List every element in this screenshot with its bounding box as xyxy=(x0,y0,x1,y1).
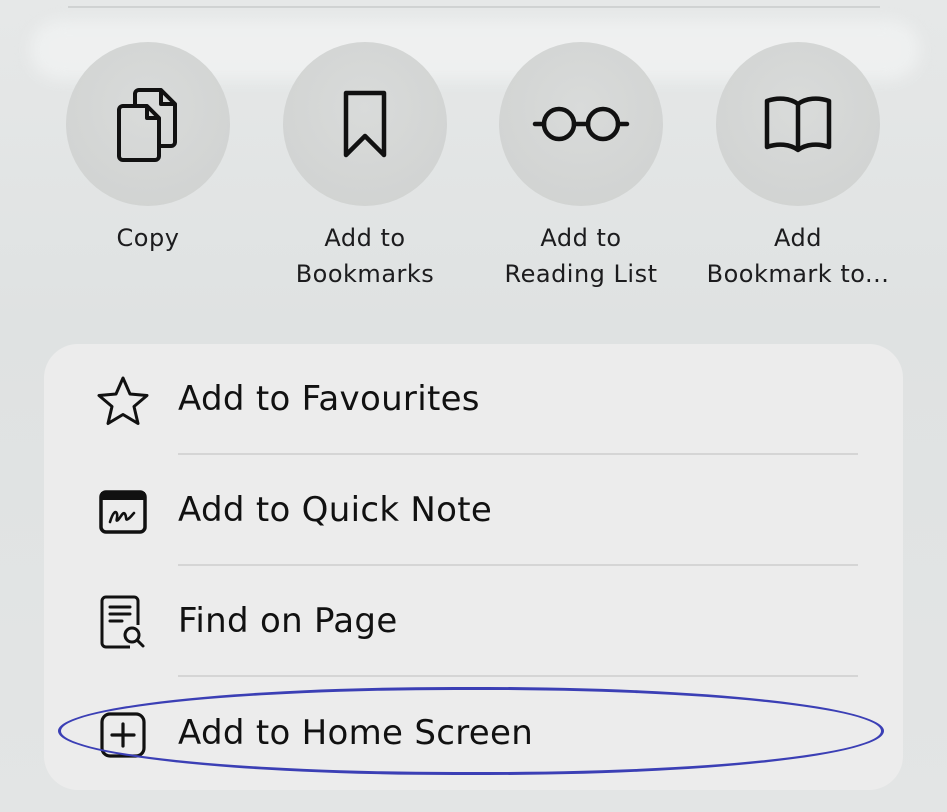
bookmark-icon xyxy=(343,90,387,158)
reading-list-circle[interactable] xyxy=(499,42,663,206)
highlight-outline xyxy=(58,687,884,775)
reading-list-label-line1: Add to xyxy=(540,224,622,252)
bookmark-to-label-line1: Add xyxy=(774,224,822,252)
share-actions-row: Copy Add to Bookmarks Add to Reading Lis… xyxy=(0,0,947,330)
bookmarks-label-line1: Add to xyxy=(324,224,406,252)
copy-circle[interactable] xyxy=(66,42,230,206)
bookmark-to-circle[interactable] xyxy=(716,42,880,206)
menu-item-add-to-quick-note[interactable]: Add to Quick Note xyxy=(44,455,903,566)
reading-list-label-line2: Reading List xyxy=(504,260,658,288)
menu-item-add-to-favourites[interactable]: Add to Favourites xyxy=(44,344,903,455)
separator xyxy=(178,675,858,677)
bookmarks-label-line2: Bookmarks xyxy=(295,260,435,288)
menu-item-label: Add to Quick Note xyxy=(178,490,493,530)
quick-note-icon xyxy=(94,483,152,541)
add-to-bookmarks-action[interactable]: Add to Bookmarks xyxy=(255,42,475,292)
add-to-reading-list-action[interactable]: Add to Reading List xyxy=(471,42,691,292)
bookmarks-circle[interactable] xyxy=(283,42,447,206)
copy-action[interactable]: Copy xyxy=(38,42,258,256)
book-icon xyxy=(764,96,832,153)
menu-item-label: Add to Favourites xyxy=(178,379,480,419)
add-bookmark-to-action[interactable]: Add Bookmark to... xyxy=(688,42,908,292)
find-on-page-icon xyxy=(94,594,152,652)
menu-item-label: Find on Page xyxy=(178,601,398,641)
copy-label: Copy xyxy=(116,224,180,252)
menu-item-find-on-page[interactable]: Find on Page xyxy=(44,566,903,677)
bookmark-to-label-line2: Bookmark to... xyxy=(706,260,890,288)
glasses-icon xyxy=(532,106,630,142)
copy-icon xyxy=(117,88,177,162)
star-icon xyxy=(94,372,152,430)
